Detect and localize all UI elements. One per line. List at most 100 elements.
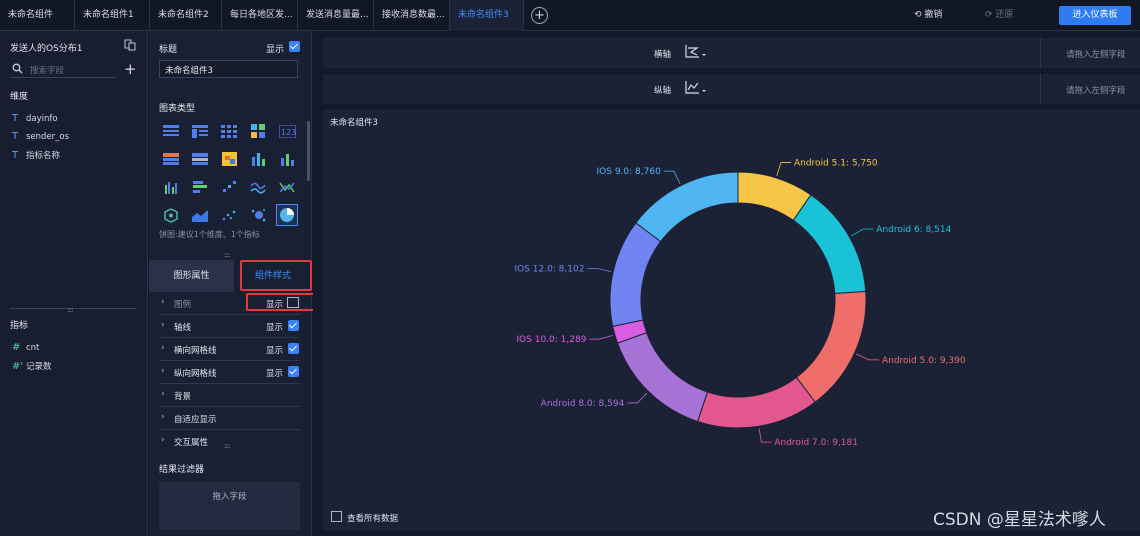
tab-component-1[interactable]: 未命名组件1: [75, 0, 150, 31]
tab-daily-region[interactable]: 每日各地区发...: [222, 0, 298, 31]
tab-component-2[interactable]: 未命名组件2: [150, 0, 222, 31]
add-tab-icon[interactable]: +: [531, 7, 548, 24]
horizontal-bar-icon[interactable]: [189, 176, 211, 198]
watermark: CSDN @星星法术嗲人: [933, 510, 1106, 530]
pie-slice[interactable]: [609, 222, 662, 327]
axis-show-checkbox[interactable]: [288, 320, 299, 331]
prop-show-label: 显示: [266, 346, 284, 356]
tab-graph-properties[interactable]: 图形属性: [149, 260, 234, 292]
prop-axis[interactable]: › 轴线 显示: [160, 315, 300, 338]
area-line-icon[interactable]: [276, 176, 298, 198]
grid-table-icon[interactable]: [218, 120, 240, 142]
resize-handle-icon[interactable]: ::::: [67, 306, 74, 314]
vertical-grid-checkbox[interactable]: [288, 366, 299, 377]
title-show-checkbox[interactable]: [289, 41, 300, 52]
dimension-field-metric-name[interactable]: T 指标名称: [12, 149, 60, 161]
prop-vertical-grid[interactable]: › 纵向网格线 显示: [160, 361, 300, 384]
axis-divider: [1040, 38, 1041, 68]
chevron-right-icon: ›: [161, 435, 165, 445]
search-icon: [12, 63, 23, 77]
switch-dataset-icon[interactable]: [124, 39, 136, 51]
cross-table-icon[interactable]: [189, 120, 211, 142]
number-type-icon: #: [12, 342, 21, 353]
search-field[interactable]: 搜索字段: [10, 62, 116, 78]
tab-component[interactable]: 未命名组件: [0, 0, 75, 31]
redo-button[interactable]: ⟳ 还原: [985, 0, 1013, 31]
result-filter-title: 结果过滤器: [159, 465, 205, 475]
pie-slice[interactable]: [616, 332, 709, 423]
prop-label: 轴线: [174, 323, 192, 333]
prop-label: 图例: [174, 300, 192, 310]
prop-label: 横向网格线: [174, 346, 217, 356]
pie-chart-icon[interactable]: [276, 204, 298, 226]
title-input[interactable]: 未命名组件3: [159, 60, 298, 78]
horizontal-grid-checkbox[interactable]: [288, 343, 299, 354]
kpi-card-icon[interactable]: [247, 120, 269, 142]
y-axis-type-icon[interactable]: [685, 80, 707, 99]
panel-divider[interactable]: [10, 308, 136, 309]
prop-adaptive-display[interactable]: › 自适应显示: [160, 407, 300, 430]
field-name: 记录数: [26, 362, 52, 372]
axis-divider: [1040, 74, 1041, 104]
enter-dashboard-button[interactable]: 进入仪表板: [1059, 6, 1131, 25]
add-field-icon[interactable]: +: [124, 60, 137, 78]
measure-title: 指标: [10, 321, 29, 331]
slice-label: IOS 9.0: 8,760: [597, 167, 662, 177]
text-type-icon: T: [12, 131, 19, 142]
redo-icon: ⟳: [985, 10, 993, 20]
legend-show-checkbox[interactable]: [287, 297, 299, 308]
measure-field-record-count[interactable]: #' 记录数: [12, 360, 52, 372]
field-name: sender_os: [26, 132, 70, 142]
bubble-chart-icon[interactable]: [247, 204, 269, 226]
top-bar: 未命名组件 未命名组件1 未命名组件2 每日各地区发... 发送消息量最... …: [0, 0, 1140, 31]
resize-handle-icon[interactable]: ::::: [224, 442, 231, 450]
search-input[interactable]: 搜索字段: [30, 64, 64, 76]
area-chart-icon[interactable]: [189, 204, 211, 226]
number-indicator-icon[interactable]: 123: [276, 120, 298, 142]
canvas-area: 横轴 请拖入左侧字段 纵轴 请拖入左侧字段 未命名组件3 Android 5.1…: [313, 31, 1140, 536]
slice-label: Android 7.0: 9,181: [774, 438, 858, 448]
tab-send-volume[interactable]: 发送消息量最...: [298, 0, 374, 31]
x-axis-drop-bar[interactable]: 横轴 请拖入左侧字段: [323, 38, 1140, 68]
pie-slice[interactable]: [792, 194, 867, 295]
prop-background[interactable]: › 背景: [160, 384, 300, 407]
pie-slice[interactable]: [635, 171, 739, 243]
bar-chart-icon[interactable]: [276, 148, 298, 170]
measure-field-cnt[interactable]: # cnt: [12, 342, 39, 353]
undo-button[interactable]: ⟲ 撤销: [914, 0, 942, 31]
pie-slice[interactable]: [795, 290, 867, 403]
prop-show-label: 显示: [266, 323, 284, 333]
stacked-bar-icon[interactable]: [247, 148, 269, 170]
tab-receive-count[interactable]: 接收消息数最...: [374, 0, 450, 31]
table-chart-icon[interactable]: [160, 120, 182, 142]
heatmap-icon[interactable]: [218, 148, 240, 170]
resize-handle-icon[interactable]: ::::: [224, 251, 231, 259]
chevron-right-icon: ›: [161, 343, 165, 353]
pie-slice[interactable]: [696, 376, 816, 429]
chart-type-scrollbar[interactable]: [307, 121, 310, 181]
label-leader-line: [850, 228, 874, 237]
detail-table-icon[interactable]: [189, 148, 211, 170]
map-chart-icon[interactable]: [160, 204, 182, 226]
x-axis-type-icon[interactable]: [685, 44, 707, 63]
prop-interaction[interactable]: › 交互属性: [160, 430, 300, 453]
donut-chart[interactable]: Android 5.1: 5,750 Android 6: 8,514 Androi…: [323, 110, 1140, 530]
dimension-field-sender-os[interactable]: Tsender_os: [12, 131, 69, 142]
scatter-bar-icon[interactable]: [218, 176, 240, 198]
column-chart-icon[interactable]: [160, 176, 182, 198]
dataset-name: 发送人的OS分布1: [10, 44, 83, 54]
y-axis-drop-bar[interactable]: 纵轴 请拖入左侧字段: [323, 74, 1140, 104]
line-chart-icon[interactable]: [247, 176, 269, 198]
scatter-chart-icon[interactable]: [218, 204, 240, 226]
tab-component-3[interactable]: 未命名组件3: [450, 0, 524, 31]
chevron-right-icon: ›: [161, 320, 165, 330]
x-axis-drop-hint: 请拖入左侧字段: [1066, 50, 1126, 60]
filter-drop-zone[interactable]: 拖入字段: [159, 482, 300, 530]
highlight-box: [246, 293, 320, 311]
slice-label: Android 6: 8,514: [876, 225, 951, 235]
dimension-field-dayinfo[interactable]: Tdayinfo: [12, 113, 58, 124]
prop-horizontal-grid[interactable]: › 横向网格线 显示: [160, 338, 300, 361]
combo-table-icon[interactable]: [160, 148, 182, 170]
field-panel: 发送人的OS分布1 搜索字段 + 维度 Tdayinfo Tsender_os …: [0, 31, 148, 536]
view-all-checkbox[interactable]: [331, 511, 342, 522]
